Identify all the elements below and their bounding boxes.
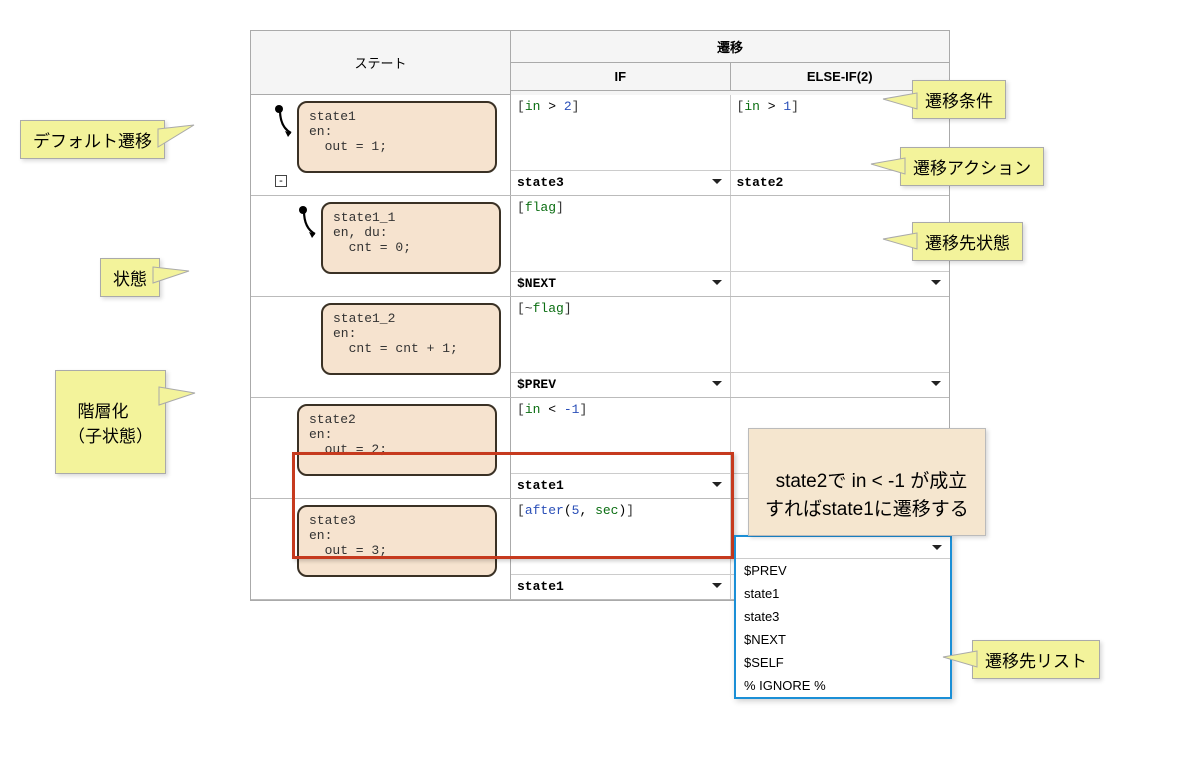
table-row: state1_2 en: cnt = cnt + 1; [~flag] $PRE… bbox=[251, 297, 949, 398]
header-state: ステート bbox=[251, 31, 511, 95]
destination-dropdown[interactable]: $PREV state1 state3 $NEXT $SELF % IGNORE… bbox=[734, 535, 952, 699]
table-row: state1_1 en, du: cnt = 0; [flag] $NEXT bbox=[251, 196, 949, 297]
callout-example: state2で in < -1 が成立 すればstate1に遷移する bbox=[748, 428, 986, 536]
callout-dest-state: 遷移先状態 bbox=[912, 222, 1023, 261]
callout-condition: 遷移条件 bbox=[912, 80, 1006, 119]
state-box[interactable]: state1_1 en, du: cnt = 0; bbox=[321, 202, 501, 274]
chevron-down-icon bbox=[712, 280, 722, 285]
dropdown-option[interactable]: state1 bbox=[736, 582, 950, 605]
if-condition[interactable]: [in > 2] bbox=[511, 95, 731, 170]
state-code: cnt = 0; bbox=[333, 240, 411, 255]
if-condition[interactable]: [after(5, sec)] bbox=[511, 499, 731, 574]
state-box[interactable]: state1_2 en: cnt = cnt + 1; bbox=[321, 303, 501, 375]
state-name: state1 bbox=[309, 109, 356, 124]
state-entry: en: bbox=[309, 528, 332, 543]
callout-dest-list: 遷移先リスト bbox=[972, 640, 1100, 679]
dropdown-option[interactable]: % IGNORE % bbox=[736, 674, 950, 697]
callout-default-transition: デフォルト遷移 bbox=[20, 120, 165, 159]
callout-state: 状態 bbox=[100, 258, 160, 297]
dropdown-option[interactable]: $PREV bbox=[736, 559, 950, 582]
chevron-down-icon bbox=[712, 381, 722, 386]
state-name: state3 bbox=[309, 513, 356, 528]
state-box[interactable]: state3 en: out = 3; bbox=[297, 505, 497, 577]
state-name: state1_1 bbox=[333, 210, 395, 225]
if-condition[interactable]: [in < -1] bbox=[511, 398, 731, 473]
state-entry: en, du: bbox=[333, 225, 388, 240]
state-box[interactable]: state2 en: out = 2; bbox=[297, 404, 497, 476]
dropdown-option[interactable]: $SELF bbox=[736, 651, 950, 674]
state-entry: en: bbox=[309, 124, 332, 139]
state-name: state1_2 bbox=[333, 311, 395, 326]
callout-hierarchy: 階層化 （子状態） bbox=[55, 370, 166, 474]
header-transition: 遷移 bbox=[511, 31, 949, 63]
if-condition[interactable]: [~flag] bbox=[511, 297, 731, 372]
chevron-down-icon bbox=[712, 179, 722, 184]
if-destination[interactable]: state1 bbox=[511, 474, 731, 498]
elseif-condition[interactable] bbox=[731, 297, 950, 372]
if-destination[interactable]: $NEXT bbox=[511, 272, 731, 296]
state-code: cnt = cnt + 1; bbox=[333, 341, 458, 356]
chevron-down-icon bbox=[932, 545, 942, 550]
chevron-down-icon bbox=[931, 280, 941, 285]
if-destination[interactable]: $PREV bbox=[511, 373, 731, 397]
default-transition-icon bbox=[301, 208, 319, 238]
state-code: out = 3; bbox=[309, 543, 387, 558]
state-code: out = 2; bbox=[309, 442, 387, 457]
collapse-icon[interactable]: - bbox=[275, 175, 287, 187]
elseif-destination[interactable] bbox=[731, 373, 950, 397]
elseif-destination[interactable] bbox=[731, 272, 950, 296]
chevron-down-icon bbox=[712, 583, 722, 588]
state-entry: en: bbox=[309, 427, 332, 442]
if-condition[interactable]: [flag] bbox=[511, 196, 731, 271]
if-destination[interactable]: state3 bbox=[511, 171, 731, 195]
state-code: out = 1; bbox=[309, 139, 387, 154]
if-destination[interactable]: state1 bbox=[511, 575, 731, 599]
chevron-down-icon bbox=[931, 381, 941, 386]
dropdown-option[interactable]: $NEXT bbox=[736, 628, 950, 651]
header-row: ステート 遷移 IF ELSE-IF(2) bbox=[251, 31, 949, 95]
header-if: IF bbox=[511, 63, 731, 91]
state-box[interactable]: state1 en: out = 1; bbox=[297, 101, 497, 173]
chevron-down-icon bbox=[712, 482, 722, 487]
callout-action: 遷移アクション bbox=[900, 147, 1044, 186]
default-transition-icon bbox=[277, 107, 295, 137]
state-name: state2 bbox=[309, 412, 356, 427]
dropdown-option[interactable]: state3 bbox=[736, 605, 950, 628]
table-row: - state1 en: out = 1; [in > 2] [in > 1] … bbox=[251, 95, 949, 196]
state-entry: en: bbox=[333, 326, 356, 341]
